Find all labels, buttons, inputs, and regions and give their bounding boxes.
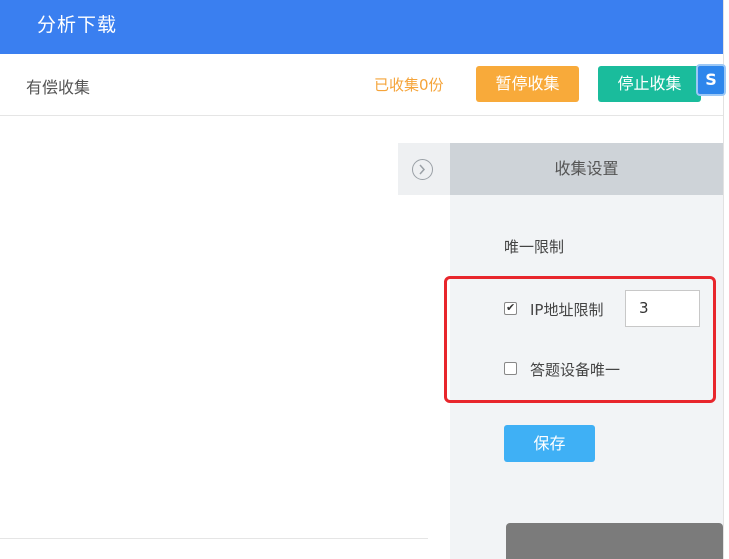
chevron-right-circle-icon [412,159,433,180]
bottom-dark-panel [506,523,723,559]
ip-limit-label: IP地址限制 [530,301,604,319]
divider [0,538,428,539]
checkmark-icon: ✔ [506,301,516,314]
page-title: 分析下载 [37,14,118,36]
ip-limit-input[interactable]: 3 [625,290,700,327]
unique-limit-title: 唯一限制 [504,238,565,256]
ip-limit-checkbox[interactable]: ✔ [504,301,517,315]
pause-collect-button[interactable]: 暂停收集 [476,66,579,102]
app-logo-icon[interactable]: S [696,64,726,96]
top-bar: 分析下载 [0,0,723,54]
stop-collect-button[interactable]: 停止收集 [598,66,701,102]
collect-count-status: 已收集0份 [374,76,444,94]
settings-panel-header: 收集设置 [450,143,723,195]
panel-collapse-toggle[interactable] [398,143,450,195]
save-button[interactable]: 保存 [504,425,595,462]
collection-type-label: 有偿收集 [26,78,91,97]
sub-header: 有偿收集 已收集0份 暂停收集 停止收集 [0,54,723,116]
device-unique-label: 答题设备唯一 [530,361,621,379]
device-unique-checkbox[interactable] [504,362,517,375]
